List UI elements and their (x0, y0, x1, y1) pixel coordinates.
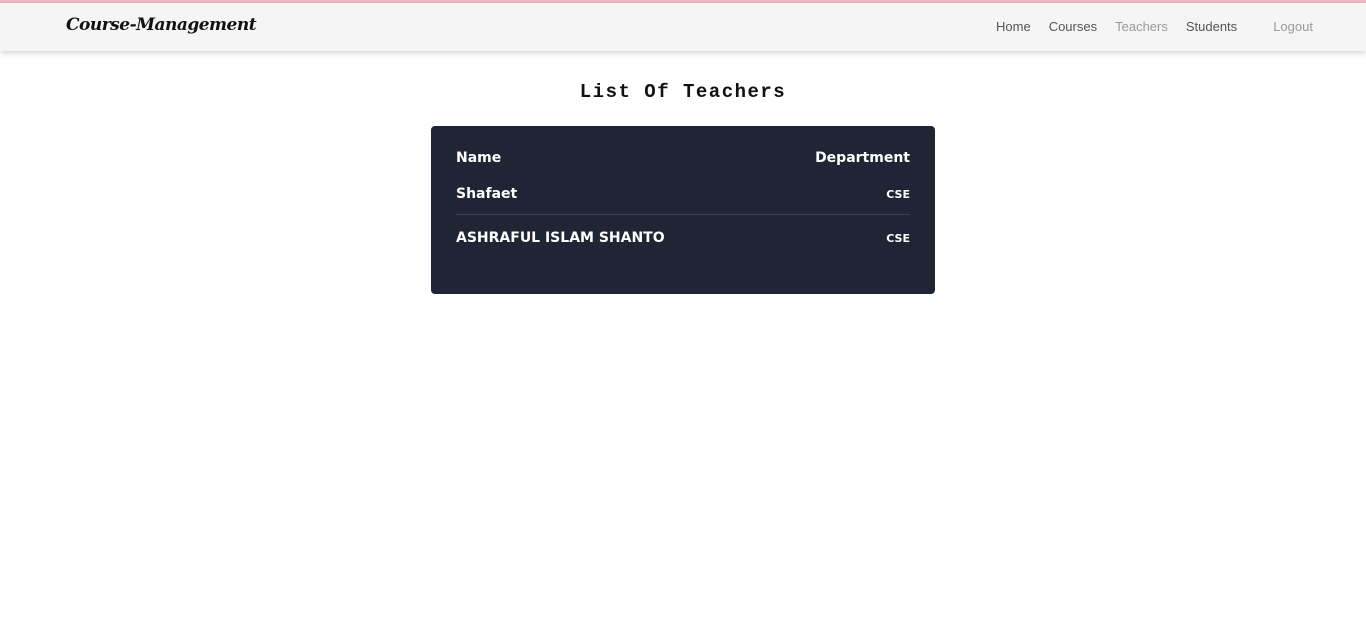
teacher-department: CSE (886, 187, 910, 201)
teacher-name: ASHRAFUL ISLAM SHANTO (456, 230, 665, 246)
logout-link[interactable]: Logout (1273, 19, 1313, 34)
teacher-name: Shafaet (456, 186, 518, 202)
nav-link-teachers[interactable]: Teachers (1115, 19, 1168, 34)
nav-links: Home Courses Teachers Students Logout (996, 19, 1313, 34)
teacher-department: CSE (886, 231, 910, 245)
column-header-name: Name (456, 150, 502, 166)
column-header-department: Department (815, 150, 910, 166)
teachers-table: Name Department Shafaet CSE ASHRAFUL ISL… (431, 126, 935, 294)
table-header-row: Name Department (456, 142, 910, 174)
nav-link-home[interactable]: Home (996, 19, 1031, 34)
table-row: Shafaet CSE (456, 174, 910, 215)
table-row: ASHRAFUL ISLAM SHANTO CSE (456, 215, 910, 261)
navbar: Course-Management Home Courses Teachers … (0, 3, 1366, 51)
nav-link-students[interactable]: Students (1186, 19, 1237, 34)
nav-link-courses[interactable]: Courses (1049, 19, 1097, 34)
brand-logo[interactable]: Course-Management (66, 15, 257, 35)
page-title: List Of Teachers (579, 81, 787, 103)
